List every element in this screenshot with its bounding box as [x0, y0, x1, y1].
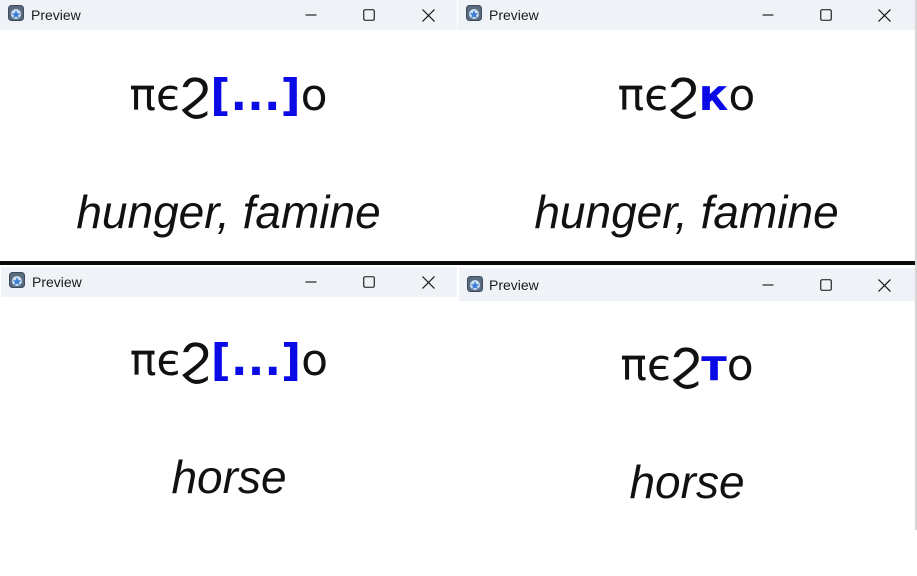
- coptic-word: πєϨ[...]o: [0, 71, 457, 121]
- window-title: Preview: [489, 7, 539, 23]
- maximize-icon: [820, 9, 832, 21]
- coptic-word: πєϨкo: [458, 71, 915, 121]
- preview-window-2: Preview πєϨкo hunger, famine: [458, 0, 915, 261]
- preview-window-4: Preview πєϨтo horse: [459, 265, 915, 530]
- word-gloss: horse: [629, 456, 745, 508]
- app-icon: [8, 5, 24, 21]
- close-icon: [878, 279, 891, 292]
- minimize-icon: [762, 284, 774, 286]
- word-prefix: πєϨ: [617, 70, 699, 121]
- close-icon: [878, 9, 891, 22]
- window-title: Preview: [32, 274, 82, 290]
- maximize-icon: [363, 9, 375, 21]
- title-bar[interactable]: Preview: [458, 0, 915, 30]
- word-blank: [...]: [210, 70, 301, 121]
- word-gloss: hunger, famine: [76, 186, 381, 238]
- coptic-word: πєϨтo: [459, 341, 915, 391]
- app-icon: [9, 272, 25, 288]
- close-icon: [422, 276, 435, 289]
- close-button[interactable]: [862, 0, 906, 30]
- title-bar[interactable]: Preview: [0, 0, 457, 30]
- app-icon: [467, 276, 483, 292]
- coptic-word: πєϨ[...]o: [1, 336, 457, 386]
- maximize-icon: [363, 276, 375, 288]
- minimize-icon: [305, 14, 317, 16]
- window-title: Preview: [31, 7, 81, 23]
- word-suffix: o: [301, 335, 329, 386]
- minimize-icon: [305, 281, 317, 283]
- app-icon: [466, 5, 482, 21]
- word-gloss: horse: [171, 451, 287, 503]
- title-bar[interactable]: Preview: [1, 267, 457, 297]
- close-button[interactable]: [406, 267, 450, 297]
- maximize-button[interactable]: [347, 267, 391, 297]
- word-suffix: o: [726, 340, 754, 391]
- close-icon: [422, 9, 435, 22]
- minimize-button[interactable]: [289, 0, 333, 30]
- maximize-button[interactable]: [804, 270, 848, 300]
- title-bar[interactable]: Preview: [459, 268, 915, 301]
- word-suffix: o: [300, 70, 328, 121]
- word-gloss: hunger, famine: [534, 186, 839, 238]
- maximize-icon: [820, 279, 832, 291]
- word-prefix: πєϨ: [129, 70, 211, 121]
- minimize-button[interactable]: [289, 267, 333, 297]
- close-button[interactable]: [406, 0, 450, 30]
- word-prefix: πєϨ: [129, 335, 211, 386]
- minimize-button[interactable]: [746, 0, 790, 30]
- word-filled-letter: т: [701, 340, 727, 391]
- maximize-button[interactable]: [804, 0, 848, 30]
- minimize-icon: [762, 14, 774, 16]
- preview-window-1: Preview πєϨ[...]o hunger, famine: [0, 0, 457, 261]
- word-suffix: o: [728, 70, 756, 121]
- maximize-button[interactable]: [347, 0, 391, 30]
- window-title: Preview: [489, 277, 539, 293]
- preview-window-3: Preview πєϨ[...]o horse: [1, 265, 457, 530]
- word-prefix: πєϨ: [620, 340, 702, 391]
- word-blank: [...]: [210, 335, 302, 386]
- minimize-button[interactable]: [746, 270, 790, 300]
- close-button[interactable]: [862, 270, 906, 300]
- word-filled-letter: к: [698, 70, 729, 121]
